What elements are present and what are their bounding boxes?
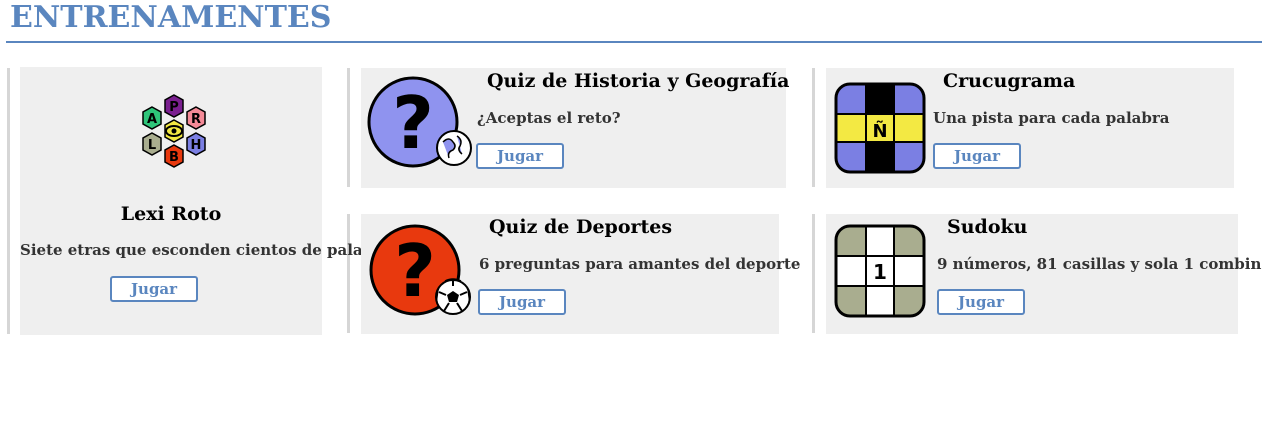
crossword-icon: Ñ [834, 82, 926, 174]
play-button-historia[interactable]: Jugar [476, 143, 564, 169]
game-card-historia: ? Quiz de Historia y Geografía ¿Aceptas … [361, 68, 790, 188]
column-divider [812, 214, 815, 333]
page-title: ENTRENAMENTES [10, 0, 332, 35]
game-card-lexi-roto: P A R L H B Lexi Roto Siete etras que es… [20, 67, 400, 335]
game-description: Una pista para cada palabra [933, 109, 1170, 127]
hex-letter: B [169, 150, 179, 165]
play-button-crucigrama[interactable]: Jugar [933, 143, 1021, 169]
sudoku-icon: 1 [834, 224, 926, 318]
hex-letter: R [191, 112, 201, 127]
game-description: ¿Aceptas el reto? [477, 109, 621, 127]
game-card-sudoku: 1 Sudoku 9 números, 81 casillas y sola 1… [826, 214, 1262, 334]
hex-letter: H [191, 138, 202, 153]
column-divider [347, 68, 350, 187]
game-title: Crucugrama [943, 70, 1076, 92]
game-description: Siete etras que esconden cientos de pala… [20, 241, 400, 259]
svg-text:?: ? [394, 229, 436, 313]
crossword-letter: Ñ [872, 119, 887, 142]
play-button-deportes[interactable]: Jugar [478, 289, 566, 315]
hex-letter: L [148, 138, 156, 153]
game-title: Sudoku [947, 216, 1028, 238]
game-description: 9 números, 81 casillas y sola 1 combinac… [937, 255, 1262, 273]
column-divider [347, 214, 350, 333]
sudoku-digit: 1 [873, 260, 887, 284]
game-title: Lexi Roto [120, 203, 222, 225]
title-divider [6, 41, 1262, 43]
hex-letter: P [169, 100, 179, 115]
game-card-deportes: ? Quiz de Deportes 6 preguntas para aman… [361, 214, 800, 334]
play-button-lexi-roto[interactable]: Jugar [110, 276, 198, 302]
game-title: Quiz de Deportes [489, 216, 673, 238]
column-divider [7, 68, 10, 334]
play-button-sudoku[interactable]: Jugar [937, 289, 1025, 315]
hexagon-letters-icon: P A R L H B [142, 94, 206, 168]
column-divider [812, 68, 815, 187]
hex-letter: A [147, 112, 157, 127]
game-title: Quiz de Historia y Geografía [487, 70, 790, 92]
question-globe-icon: ? [367, 76, 472, 168]
game-card-crucigrama: Ñ Crucugrama Una pista para cada palabra… [826, 68, 1234, 188]
game-description: 6 preguntas para amantes del deporte [479, 255, 801, 273]
svg-text:?: ? [392, 81, 434, 165]
question-ball-icon: ? [369, 224, 471, 316]
